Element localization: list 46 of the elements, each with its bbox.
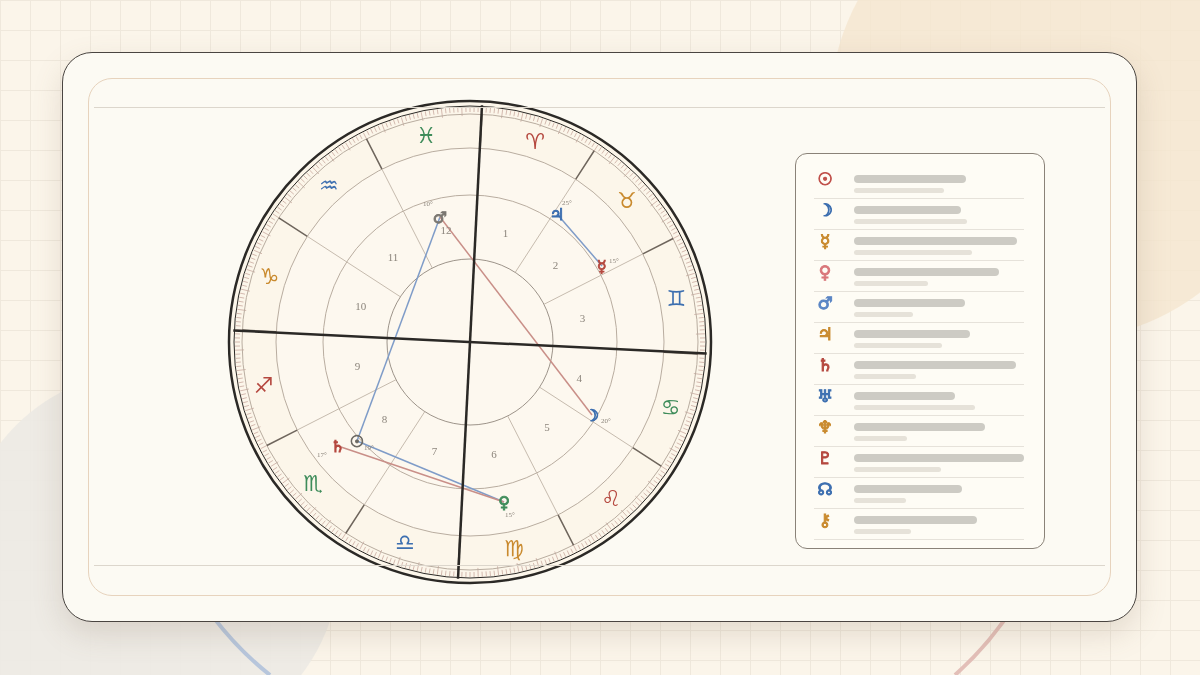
- house-number: 10: [355, 300, 367, 313]
- house-number: 9: [354, 359, 361, 372]
- planet-glyph: ☉: [349, 431, 365, 451]
- zodiac-sign: ♊: [666, 285, 687, 311]
- planet-glyph: ☉: [816, 168, 834, 190]
- placeholder-line: [854, 498, 906, 503]
- planet-glyph: ☽: [584, 405, 600, 425]
- zodiac-sign: ♌: [601, 486, 622, 512]
- planet-glyph: ♄: [330, 436, 346, 456]
- zodiac-sign: ♓: [416, 123, 436, 149]
- house-number: 7: [431, 445, 438, 458]
- house-number: 6: [491, 448, 497, 461]
- planet-glyph: ♀: [498, 492, 510, 512]
- zodiac-sign: ♒: [318, 172, 339, 198]
- planet-glyph: ♇: [816, 447, 834, 469]
- planet-glyph: ♅: [816, 385, 834, 407]
- planet-glyph: ♃: [549, 204, 565, 224]
- house-number: 8: [381, 412, 388, 425]
- zodiac-sign: ♍: [504, 535, 524, 561]
- planet-glyph: ♂: [816, 292, 834, 314]
- zodiac-sign: ♎: [394, 530, 415, 556]
- placeholder-line: [854, 529, 911, 534]
- zodiac-sign: ♐: [253, 373, 274, 399]
- placeholder-line: [854, 374, 916, 379]
- house-number: 1: [502, 226, 509, 239]
- house-number: 4: [576, 371, 583, 384]
- placeholder-line: [854, 312, 913, 317]
- zodiac-sign: ♑: [259, 264, 280, 290]
- planet-glyph: ☽: [816, 199, 834, 221]
- zodiac-sign: ♏: [303, 470, 324, 496]
- planet-glyph: ♀: [817, 261, 833, 283]
- house-number: 3: [579, 312, 586, 325]
- house-number: 5: [544, 421, 550, 434]
- planet-glyph: ☊: [816, 478, 834, 500]
- planet-glyph: ♃: [816, 323, 834, 345]
- zodiac-sign: ♈: [525, 128, 546, 154]
- placeholder-line: [854, 436, 907, 441]
- house-number: 11: [387, 250, 399, 263]
- zodiac-sign: ♋: [660, 394, 681, 420]
- planet-glyph: ☿: [818, 230, 832, 252]
- planet-glyph: ☿: [597, 256, 607, 276]
- planet-glyph: ♆: [816, 416, 834, 438]
- planet-glyph: ⚷: [817, 509, 833, 531]
- house-number: 2: [552, 259, 559, 272]
- planet-glyph: ♄: [816, 354, 834, 376]
- zodiac-sign: ♉: [616, 188, 637, 214]
